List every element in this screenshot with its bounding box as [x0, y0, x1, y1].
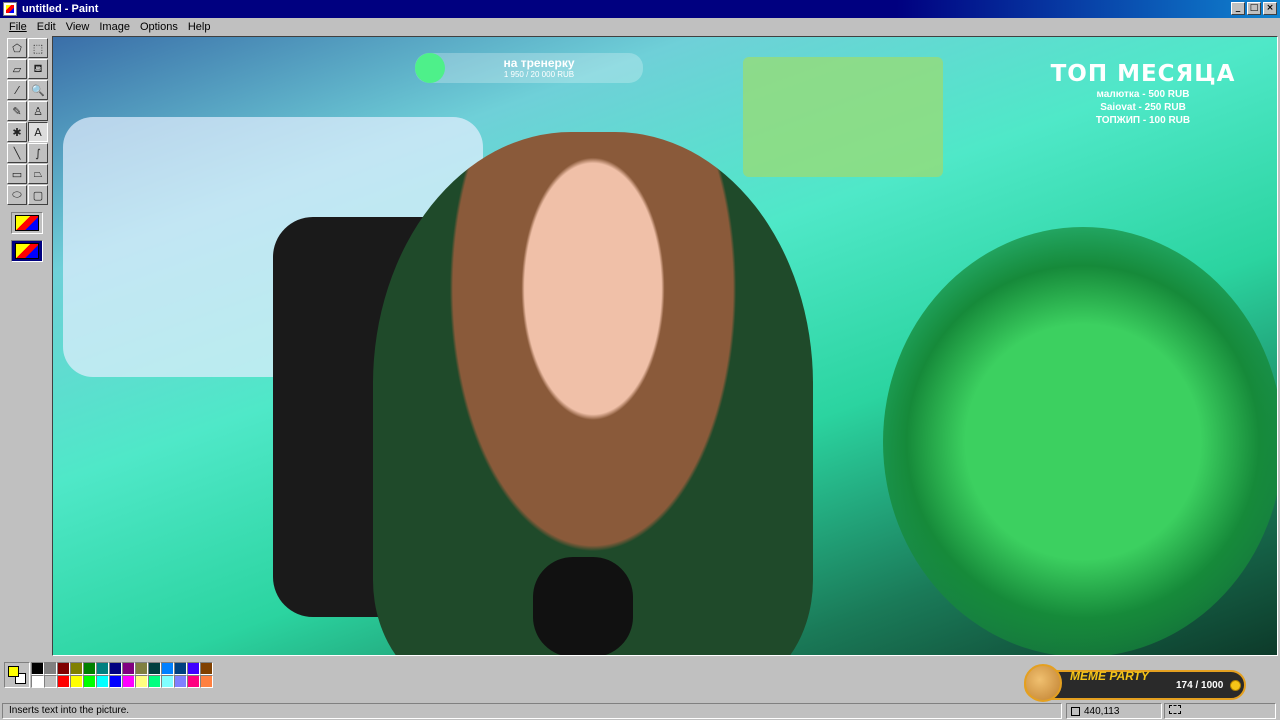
close-button[interactable]: × [1263, 2, 1277, 15]
color-swatch[interactable] [122, 675, 135, 688]
free-form-select-icon[interactable]: ⬠ [7, 38, 27, 58]
menu-bar: File Edit View Image Options Help [0, 18, 1280, 36]
line-icon[interactable]: ╲ [7, 143, 27, 163]
status-bar: Inserts text into the picture. 440,113 [0, 702, 1280, 720]
color-swatch[interactable] [109, 662, 122, 675]
color-swatch[interactable] [44, 675, 57, 688]
text-icon[interactable]: A [28, 122, 48, 142]
top-donors-title: ТОП МЕСЯЦА [1050, 61, 1236, 87]
pencil-icon[interactable]: ✎ [7, 101, 27, 121]
color-swatch[interactable] [44, 662, 57, 675]
airbrush-icon[interactable]: ✱ [7, 122, 27, 142]
opaque-icon [15, 215, 39, 231]
rounded-rectangle-icon[interactable]: ▢ [28, 185, 48, 205]
select-icon[interactable]: ⬚ [28, 38, 48, 58]
current-colors [4, 662, 30, 688]
tool-grid: ⬠ ⬚ ▱ ⛾ ⁄ 🔍 ✎ ♙ ✱ A ╲ ∫ ▭ ⏢ ⬭ ▢ [7, 38, 48, 206]
window-title: untitled - Paint [22, 3, 99, 15]
color-swatch[interactable] [161, 675, 174, 688]
color-swatch[interactable] [174, 662, 187, 675]
donor-entry: малютка - 500 RUB [1096, 89, 1190, 100]
meme-party-widget: MEME PARTY 174 / 1000 [1024, 664, 1246, 702]
color-swatch[interactable] [187, 675, 200, 688]
meme-party-title: MEME PARTY [1070, 669, 1149, 683]
drawing-canvas[interactable]: на тренерку 1 950 / 20 000 RUB ТОП МЕСЯЦ… [53, 37, 1277, 655]
microphone-shape [533, 557, 633, 655]
transparent-background-option[interactable] [11, 240, 43, 262]
doge-icon [1024, 664, 1062, 702]
curve-icon[interactable]: ∫ [28, 143, 48, 163]
brush-icon[interactable]: ♙ [28, 101, 48, 121]
menu-help[interactable]: Help [183, 21, 216, 33]
color-swatch[interactable] [200, 675, 213, 688]
goal-title: на тренерку [503, 56, 575, 70]
donor-entry: ТОПЖИП - 100 RUB [1095, 115, 1191, 126]
pick-color-icon[interactable]: ⁄ [7, 80, 27, 100]
cursor-position: 440,113 [1066, 703, 1162, 719]
color-swatch[interactable] [135, 662, 148, 675]
color-swatch[interactable] [174, 675, 187, 688]
color-swatch[interactable] [57, 675, 70, 688]
color-swatch[interactable] [109, 675, 122, 688]
color-swatch[interactable] [31, 662, 44, 675]
color-swatch[interactable] [70, 662, 83, 675]
meme-party-progress: 174 / 1000 [1176, 680, 1224, 691]
color-swatch[interactable] [187, 662, 200, 675]
window-controls: _ □ × [1231, 2, 1277, 15]
polygon-icon[interactable]: ⏢ [28, 164, 48, 184]
toolbox: ⬠ ⬚ ▱ ⛾ ⁄ 🔍 ✎ ♙ ✱ A ╲ ∫ ▭ ⏢ ⬭ ▢ [4, 36, 50, 262]
cursor-position-icon [1071, 706, 1080, 716]
rectangle-icon[interactable]: ▭ [7, 164, 27, 184]
minimize-button[interactable]: _ [1231, 2, 1245, 15]
tool-options [11, 212, 45, 262]
selection-size-icon [1169, 705, 1181, 714]
maximize-button[interactable]: □ [1247, 2, 1261, 15]
goal-amount: 1 950 / 20 000 RUB [503, 70, 575, 79]
menu-options[interactable]: Options [135, 21, 183, 33]
color-swatch[interactable] [200, 662, 213, 675]
eraser-icon[interactable]: ▱ [7, 59, 27, 79]
title-bar: untitled - Paint _ □ × [0, 0, 1280, 18]
color-swatch[interactable] [148, 662, 161, 675]
top-donors-widget: ТОП МЕСЯЦА малютка - 500 RUB Saiovat - 2… [1033, 61, 1253, 126]
color-swatch[interactable] [148, 675, 161, 688]
cursor-position-value: 440,113 [1084, 705, 1120, 717]
transparent-icon [15, 243, 39, 259]
donor-entry: Saiovat - 250 RUB [1100, 102, 1186, 113]
paint-app-icon[interactable] [3, 2, 17, 16]
color-swatch[interactable] [70, 675, 83, 688]
color-swatch[interactable] [31, 675, 44, 688]
color-swatch[interactable] [122, 662, 135, 675]
color-swatch[interactable] [135, 675, 148, 688]
opaque-background-option[interactable] [11, 212, 43, 234]
selection-size [1164, 703, 1276, 719]
menu-edit[interactable]: Edit [32, 21, 61, 33]
plant-shape [883, 227, 1277, 655]
status-message: Inserts text into the picture. [2, 703, 1062, 719]
color-swatch[interactable] [96, 662, 109, 675]
coin-icon [1230, 680, 1241, 691]
color-palette [4, 662, 213, 690]
ellipse-icon[interactable]: ⬭ [7, 185, 27, 205]
fill-bucket-icon[interactable]: ⛾ [28, 59, 48, 79]
color-swatch[interactable] [161, 662, 174, 675]
donation-goal-widget: на тренерку 1 950 / 20 000 RUB [415, 53, 643, 83]
menu-view[interactable]: View [61, 21, 95, 33]
aquarium-shape [743, 57, 943, 177]
canvas-area: на тренерку 1 950 / 20 000 RUB ТОП МЕСЯЦ… [52, 36, 1278, 656]
color-swatch[interactable] [83, 675, 96, 688]
color-swatch[interactable] [57, 662, 70, 675]
magnifier-icon[interactable]: 🔍 [28, 80, 48, 100]
color-swatch[interactable] [96, 675, 109, 688]
color-swatches [31, 662, 213, 688]
goal-progress-indicator [415, 53, 445, 83]
menu-file[interactable]: File [4, 21, 32, 33]
color-swatch[interactable] [83, 662, 96, 675]
menu-image[interactable]: Image [94, 21, 135, 33]
foreground-color [8, 666, 19, 677]
